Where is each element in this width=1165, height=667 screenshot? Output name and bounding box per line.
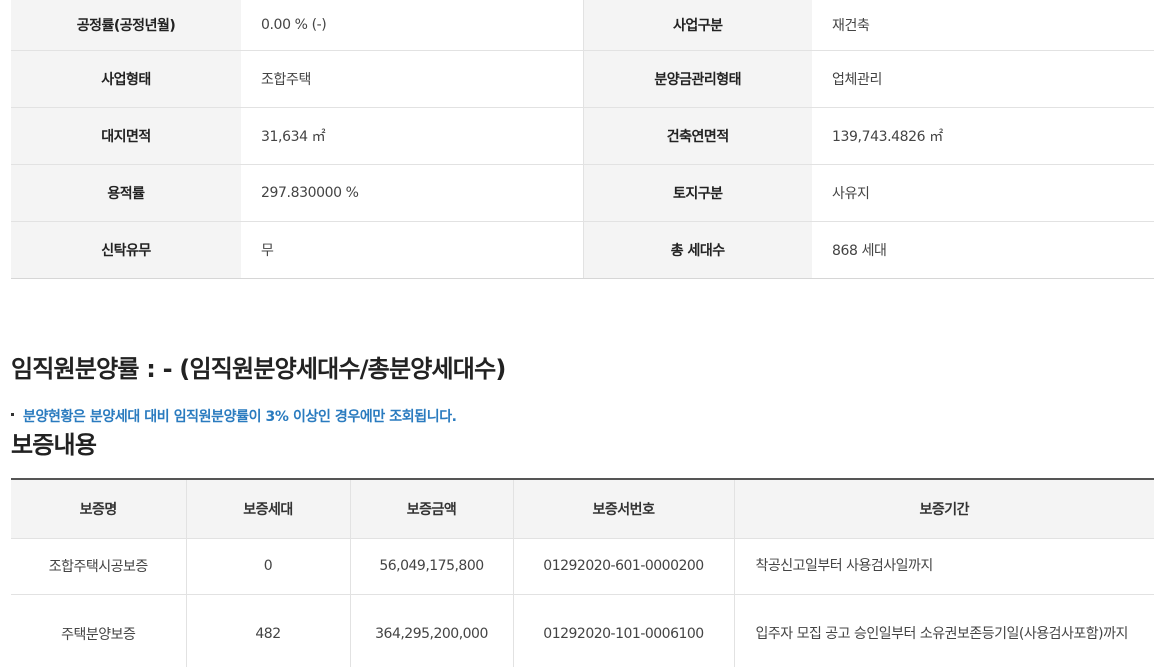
info-row: 용적률 297.830000 % 토지구분 사유지	[11, 164, 1154, 222]
guarantee-number: 01292020-101-0006100	[513, 594, 735, 667]
info-value: 사유지	[812, 164, 1154, 222]
column-header: 보증금액	[350, 479, 514, 539]
guarantee-title: 보증내용	[11, 431, 97, 459]
info-label: 대지면적	[11, 107, 241, 165]
info-value: 139,743.4826 ㎡	[812, 107, 1154, 165]
column-header: 보증서번호	[513, 479, 735, 539]
sale-status-notice: 분양현황은 분양세대 대비 임직원분양률이 3% 이상인 경우에만 조회됩니다.	[11, 406, 457, 426]
sale-rate-title: 임직원분양률 : - (임직원분양세대수/총분양세대수)	[11, 355, 506, 383]
guarantee-header-row: 보증명 보증세대 보증금액 보증서번호 보증기간	[11, 479, 1154, 539]
column-header: 보증기간	[734, 479, 1154, 539]
info-row: 사업형태 조합주택 분양금관리형태 업체관리	[11, 50, 1154, 108]
info-value: 재건축	[812, 0, 1154, 51]
info-label: 공정률(공정년월)	[11, 0, 241, 51]
guarantee-units: 0	[186, 538, 351, 595]
info-value: 297.830000 %	[241, 164, 584, 222]
notice-text: 분양현황은 분양세대 대비 임직원분양률이 3% 이상인 경우에만 조회됩니다.	[23, 409, 457, 425]
info-row: 대지면적 31,634 ㎡ 건축연면적 139,743.4826 ㎡	[11, 107, 1154, 165]
info-value: 조합주택	[241, 50, 584, 108]
guarantee-name: 주택분양보증	[11, 594, 187, 667]
bullet-icon	[11, 412, 14, 416]
info-value: 31,634 ㎡	[241, 107, 584, 165]
info-value: 무	[241, 221, 584, 279]
table-row: 주택분양보증 482 364,295,200,000 01292020-101-…	[11, 594, 1154, 667]
guarantee-name: 조합주택시공보증	[11, 538, 187, 595]
info-label: 사업구분	[583, 0, 812, 51]
guarantee-table: 보증명 보증세대 보증금액 보증서번호 보증기간 조합주택시공보증 0 56,0…	[11, 478, 1154, 667]
info-label: 사업형태	[11, 50, 241, 108]
guarantee-units: 482	[186, 594, 351, 667]
info-value: 868 세대	[812, 221, 1154, 279]
info-label: 토지구분	[583, 164, 812, 222]
guarantee-period: 착공신고일부터 사용검사일까지	[734, 538, 1154, 595]
info-label: 용적률	[11, 164, 241, 222]
info-value: 0.00 % (-)	[241, 0, 584, 51]
guarantee-amount: 364,295,200,000	[350, 594, 514, 667]
guarantee-amount: 56,049,175,800	[350, 538, 514, 595]
guarantee-number: 01292020-601-0000200	[513, 538, 735, 595]
info-row: 공정률(공정년월) 0.00 % (-) 사업구분 재건축	[11, 0, 1154, 51]
project-info-table: 공정률(공정년월) 0.00 % (-) 사업구분 재건축 사업형태 조합주택 …	[11, 0, 1154, 279]
info-label: 신탁유무	[11, 221, 241, 279]
guarantee-period: 입주자 모집 공고 승인일부터 소유권보존등기일(사용검사포함)까지	[734, 594, 1154, 667]
info-row: 신탁유무 무 총 세대수 868 세대	[11, 221, 1154, 279]
column-header: 보증세대	[186, 479, 351, 539]
info-label: 건축연면적	[583, 107, 812, 165]
info-label: 분양금관리형태	[583, 50, 812, 108]
info-value: 업체관리	[812, 50, 1154, 108]
column-header: 보증명	[11, 479, 187, 539]
table-row: 조합주택시공보증 0 56,049,175,800 01292020-601-0…	[11, 538, 1154, 595]
info-label: 총 세대수	[583, 221, 812, 279]
